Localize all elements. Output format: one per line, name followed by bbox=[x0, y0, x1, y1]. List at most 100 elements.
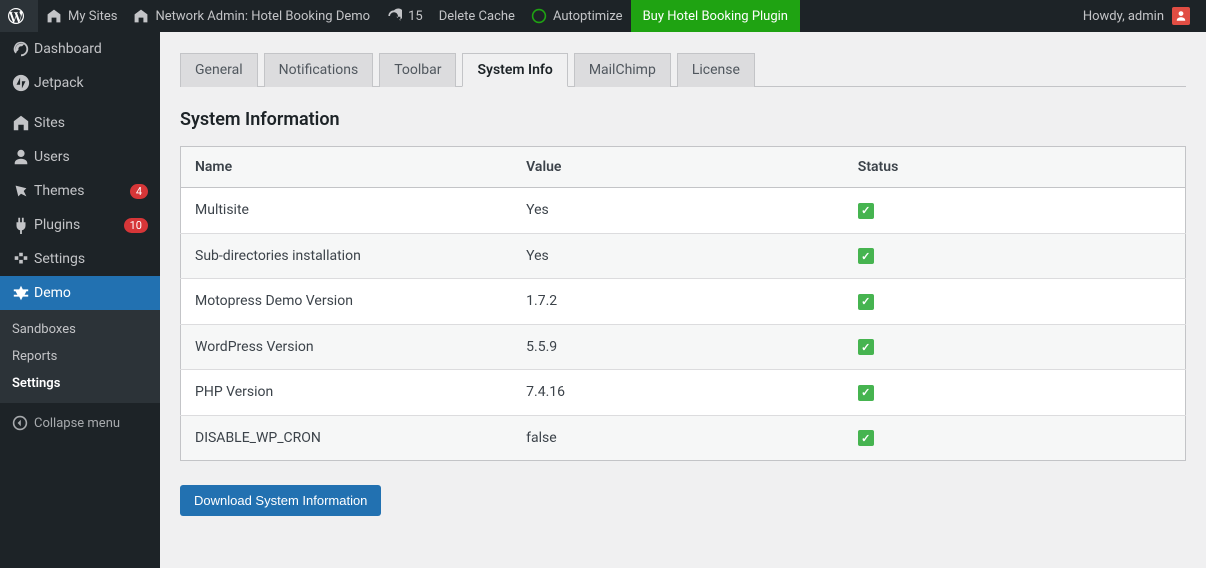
sidebar-item-themes[interactable]: Themes 4 bbox=[0, 174, 160, 208]
sidebar-item-label: Demo bbox=[34, 285, 148, 301]
tab-general[interactable]: General bbox=[180, 53, 258, 87]
cell-name: Motopress Demo Version bbox=[181, 279, 513, 325]
tab-notifications[interactable]: Notifications bbox=[264, 53, 374, 87]
submenu-item-sandboxes[interactable]: Sandboxes bbox=[0, 316, 160, 343]
page-title: System Information bbox=[180, 109, 1186, 130]
updates-link[interactable]: 15 bbox=[378, 0, 431, 32]
sidebar-item-plugins[interactable]: Plugins 10 bbox=[0, 208, 160, 242]
home-icon bbox=[46, 8, 62, 24]
collapse-label: Collapse menu bbox=[34, 416, 120, 431]
sidebar-submenu-demo: Sandboxes Reports Settings bbox=[0, 310, 160, 403]
cell-status: ✓ bbox=[844, 188, 1186, 234]
collapse-icon bbox=[12, 415, 34, 431]
check-icon: ✓ bbox=[858, 203, 874, 219]
plugins-badge: 10 bbox=[124, 218, 148, 233]
updates-count: 15 bbox=[408, 9, 423, 24]
network-admin-label: Network Admin: Hotel Booking Demo bbox=[155, 9, 370, 24]
sidebar-item-label: Sites bbox=[34, 115, 148, 131]
submenu-item-reports[interactable]: Reports bbox=[0, 343, 160, 370]
sidebar-item-label: Users bbox=[34, 149, 148, 165]
cell-name: Sub-directories installation bbox=[181, 233, 513, 279]
table-row: DISABLE_WP_CRONfalse ✓ bbox=[181, 415, 1186, 461]
themes-badge: 4 bbox=[130, 184, 148, 199]
sidebar-item-dashboard[interactable]: Dashboard bbox=[0, 32, 160, 66]
plugins-icon bbox=[12, 216, 34, 234]
sites-icon bbox=[12, 114, 34, 132]
users-icon bbox=[12, 148, 34, 166]
sidebar-item-label: Themes bbox=[34, 183, 126, 199]
sidebar-item-sites[interactable]: Sites bbox=[0, 106, 160, 140]
howdy-user[interactable]: Howdy, admin bbox=[1075, 0, 1198, 32]
table-row: Sub-directories installationYes ✓ bbox=[181, 233, 1186, 279]
cell-value: 5.5.9 bbox=[512, 324, 844, 370]
check-icon: ✓ bbox=[858, 339, 874, 355]
sidebar-item-label: Dashboard bbox=[34, 41, 148, 57]
sidebar-item-label: Plugins bbox=[34, 217, 120, 233]
sidebar-item-jetpack[interactable]: Jetpack bbox=[0, 66, 160, 100]
cell-name: PHP Version bbox=[181, 370, 513, 416]
settings-tabs: General Notifications Toolbar System Inf… bbox=[180, 52, 1186, 87]
themes-icon bbox=[12, 182, 34, 200]
cell-status: ✓ bbox=[844, 415, 1186, 461]
submenu-item-settings[interactable]: Settings bbox=[0, 370, 160, 397]
cell-status: ✓ bbox=[844, 233, 1186, 279]
network-admin-link[interactable]: Network Admin: Hotel Booking Demo bbox=[125, 0, 378, 32]
delete-cache-link[interactable]: Delete Cache bbox=[431, 0, 523, 32]
sidebar-item-demo[interactable]: Demo bbox=[0, 276, 160, 310]
tab-mailchimp[interactable]: MailChimp bbox=[574, 53, 671, 87]
sidebar-item-settings[interactable]: Settings bbox=[0, 242, 160, 276]
admin-sidebar: Dashboard Jetpack Sites Users Themes 4 P… bbox=[0, 32, 160, 568]
tab-system-info[interactable]: System Info bbox=[462, 53, 567, 87]
buy-plugin-button[interactable]: Buy Hotel Booking Plugin bbox=[631, 0, 800, 32]
cell-name: DISABLE_WP_CRON bbox=[181, 415, 513, 461]
cell-name: WordPress Version bbox=[181, 324, 513, 370]
table-row: WordPress Version5.5.9 ✓ bbox=[181, 324, 1186, 370]
table-header-status: Status bbox=[844, 147, 1186, 188]
check-icon: ✓ bbox=[858, 248, 874, 264]
cell-name: Multisite bbox=[181, 188, 513, 234]
jetpack-icon bbox=[12, 74, 34, 92]
cell-status: ✓ bbox=[844, 370, 1186, 416]
system-info-table: Name Value Status MultisiteYes✓Sub-direc… bbox=[180, 146, 1186, 461]
tab-toolbar[interactable]: Toolbar bbox=[379, 53, 456, 87]
table-header-name: Name bbox=[181, 147, 513, 188]
howdy-label: Howdy, admin bbox=[1083, 9, 1164, 24]
table-row: PHP Version7.4.16 ✓ bbox=[181, 370, 1186, 416]
cell-status: ✓ bbox=[844, 279, 1186, 325]
autoptimize-icon bbox=[531, 8, 547, 24]
wordpress-icon bbox=[8, 8, 24, 24]
cell-value: Yes bbox=[512, 233, 844, 279]
refresh-icon bbox=[386, 8, 402, 24]
cell-value: 7.4.16 bbox=[512, 370, 844, 416]
cell-status: ✓ bbox=[844, 324, 1186, 370]
admin-bar: My Sites Network Admin: Hotel Booking De… bbox=[0, 0, 1206, 32]
table-header-value: Value bbox=[512, 147, 844, 188]
cell-value: 1.7.2 bbox=[512, 279, 844, 325]
delete-cache-label: Delete Cache bbox=[439, 9, 515, 24]
my-sites-label: My Sites bbox=[68, 9, 117, 24]
home-icon bbox=[133, 8, 149, 24]
tab-license[interactable]: License bbox=[677, 53, 755, 87]
sidebar-item-users[interactable]: Users bbox=[0, 140, 160, 174]
sidebar-item-label: Jetpack bbox=[34, 75, 148, 91]
demo-icon bbox=[12, 284, 34, 302]
download-system-info-button[interactable]: Download System Information bbox=[180, 485, 381, 516]
dashboard-icon bbox=[12, 40, 34, 58]
sidebar-item-label: Settings bbox=[34, 251, 148, 267]
my-sites-link[interactable]: My Sites bbox=[38, 0, 125, 32]
check-icon: ✓ bbox=[858, 385, 874, 401]
autoptimize-label: Autoptimize bbox=[553, 9, 623, 24]
check-icon: ✓ bbox=[858, 294, 874, 310]
cell-value: false bbox=[512, 415, 844, 461]
main-content: General Notifications Toolbar System Inf… bbox=[160, 32, 1206, 568]
admin-bar-right: Howdy, admin bbox=[1075, 0, 1206, 32]
check-icon: ✓ bbox=[858, 430, 874, 446]
collapse-menu[interactable]: Collapse menu bbox=[0, 407, 160, 439]
admin-bar-left: My Sites Network Admin: Hotel Booking De… bbox=[0, 0, 800, 32]
cell-value: Yes bbox=[512, 188, 844, 234]
wp-logo[interactable] bbox=[0, 0, 38, 32]
avatar bbox=[1172, 7, 1190, 25]
table-row: MultisiteYes ✓ bbox=[181, 188, 1186, 234]
buy-plugin-label: Buy Hotel Booking Plugin bbox=[643, 9, 788, 24]
autoptimize-link[interactable]: Autoptimize bbox=[523, 0, 631, 32]
